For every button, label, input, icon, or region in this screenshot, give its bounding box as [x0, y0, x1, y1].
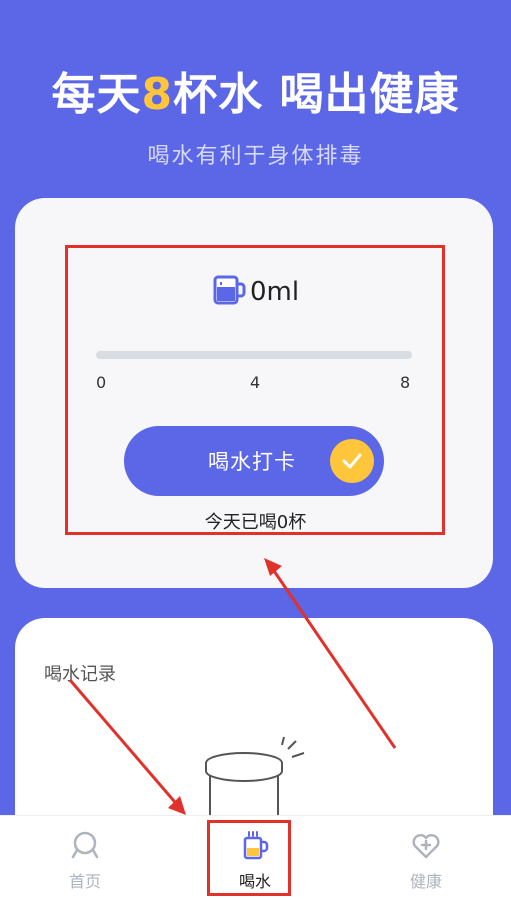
annotation-tab-highlight: [207, 820, 291, 896]
page-subtitle: 喝水有利于身体排毒: [147, 144, 364, 169]
title-number: 8: [141, 69, 174, 120]
tab-health[interactable]: 健康: [341, 816, 511, 900]
tab-home[interactable]: 首页: [0, 816, 170, 900]
empty-jar-illustration: [200, 735, 310, 824]
home-icon: [70, 830, 100, 860]
annotation-highlight-box: [65, 245, 445, 535]
record-title: 喝水记录: [44, 664, 116, 685]
tab-health-label: 健康: [409, 872, 442, 891]
heart-plus-icon: [411, 830, 441, 860]
tab-home-label: 首页: [68, 872, 101, 891]
page-title: 每天8杯水 喝出健康: [51, 69, 460, 120]
